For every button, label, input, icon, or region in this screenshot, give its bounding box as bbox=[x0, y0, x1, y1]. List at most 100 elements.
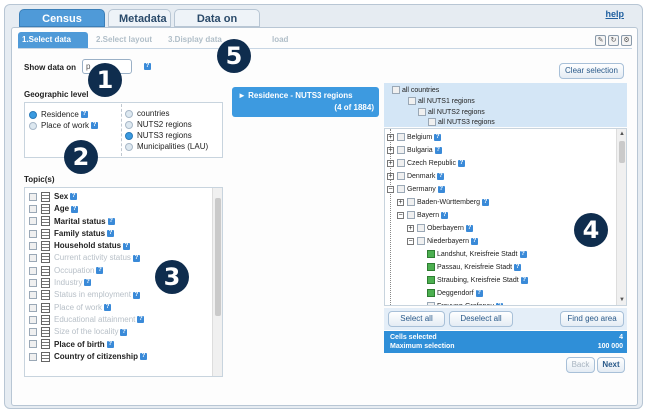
help-icon[interactable]: ? bbox=[441, 211, 449, 219]
deselect-all-button[interactable]: Deselect all bbox=[449, 311, 513, 327]
checkbox-icon[interactable] bbox=[29, 205, 37, 214]
scroll-up-icon[interactable]: ▲ bbox=[619, 131, 625, 137]
checkbox-icon[interactable] bbox=[407, 198, 415, 207]
help-icon[interactable]: ? bbox=[437, 172, 445, 180]
geo-countries-option[interactable]: countries bbox=[125, 108, 169, 119]
topics-list[interactable]: Sex? Age? Marital status? Family status? Hou… bbox=[24, 187, 223, 377]
expand-icon[interactable]: + bbox=[397, 198, 404, 206]
selection-summary[interactable]: ► Residence - NUTS3 regions (4 of 1884) bbox=[232, 87, 379, 117]
help-icon[interactable]: ? bbox=[434, 133, 442, 141]
geo-municipalities-option[interactable]: Municipalities (LAU) bbox=[125, 141, 208, 152]
help-icon[interactable]: ? bbox=[457, 159, 465, 167]
edit-icon[interactable]: ✎ bbox=[595, 35, 606, 46]
help-icon[interactable]: ? bbox=[140, 353, 147, 361]
help-icon[interactable]: ? bbox=[120, 328, 128, 336]
topic-row[interactable]: Family status? bbox=[29, 228, 209, 240]
tab-census-data[interactable]: Census data bbox=[19, 9, 105, 43]
help-icon[interactable]: ? bbox=[481, 198, 489, 206]
checkbox-icon[interactable] bbox=[427, 250, 435, 259]
checkbox-icon[interactable] bbox=[407, 211, 415, 220]
tab-data-on-quality[interactable]: Data on quality bbox=[174, 9, 260, 43]
expand-icon[interactable]: + bbox=[387, 133, 394, 141]
checkbox-icon[interactable] bbox=[397, 185, 405, 194]
help-icon[interactable]: ? bbox=[496, 302, 504, 305]
help-icon[interactable]: ? bbox=[132, 291, 140, 299]
geo-tree-scrollbar[interactable]: ▲ ▼ bbox=[616, 129, 626, 305]
topic-row[interactable]: Place of birth? bbox=[29, 339, 209, 351]
checkbox-icon[interactable] bbox=[427, 263, 435, 272]
geo-tree-item[interactable]: Landshut, Kreisfreie Stadt? bbox=[417, 248, 527, 261]
help-icon[interactable]: ? bbox=[106, 340, 114, 348]
expand-icon[interactable]: + bbox=[407, 224, 414, 232]
help-icon[interactable]: ? bbox=[465, 224, 473, 232]
clear-selection-button[interactable]: Clear selection bbox=[559, 63, 624, 79]
help-icon[interactable]: ? bbox=[144, 63, 151, 70]
geo-tree-item[interactable]: Freyung-Grafenau? bbox=[417, 300, 504, 305]
document-icon[interactable] bbox=[41, 216, 50, 227]
help-icon[interactable]: ? bbox=[107, 217, 115, 225]
checkbox-icon[interactable] bbox=[417, 237, 425, 246]
step-display-data[interactable]: 3.Display data bbox=[164, 32, 226, 48]
geo-tree-item[interactable]: + Oberbayern? bbox=[407, 222, 473, 235]
help-icon[interactable]: ? bbox=[137, 316, 145, 324]
checkbox-icon[interactable] bbox=[427, 289, 435, 298]
document-icon[interactable] bbox=[41, 314, 50, 325]
geo-tree-item[interactable]: Deggendorf? bbox=[417, 287, 483, 300]
settings-icon[interactable]: ⚙ bbox=[621, 35, 632, 46]
checkbox-icon[interactable] bbox=[397, 146, 405, 155]
radio-empty-icon[interactable] bbox=[125, 142, 133, 151]
document-icon[interactable] bbox=[41, 351, 50, 362]
geo-tree-item[interactable]: + Bulgaria? bbox=[387, 144, 442, 157]
geo-place-of-work-option[interactable]: Place of work? bbox=[29, 120, 99, 131]
scrollbar-thumb[interactable] bbox=[619, 141, 625, 163]
document-icon[interactable] bbox=[41, 327, 50, 338]
tab-metadata[interactable]: Metadata bbox=[108, 9, 171, 27]
help-icon[interactable]: ? bbox=[80, 111, 88, 119]
help-icon[interactable]: ? bbox=[107, 230, 115, 238]
document-icon[interactable] bbox=[41, 339, 50, 350]
topic-row[interactable]: Status in employment? bbox=[29, 289, 209, 301]
help-icon[interactable]: ? bbox=[519, 250, 527, 258]
checkbox-icon[interactable] bbox=[428, 118, 436, 127]
help-link[interactable]: help bbox=[605, 9, 624, 19]
scroll-down-icon[interactable]: ▼ bbox=[619, 297, 625, 303]
help-icon[interactable]: ? bbox=[520, 276, 528, 284]
help-icon[interactable]: ? bbox=[437, 185, 445, 193]
help-icon[interactable]: ? bbox=[434, 146, 442, 154]
geo-tree-item[interactable]: + Czech Republic? bbox=[387, 157, 465, 170]
document-icon[interactable] bbox=[41, 191, 50, 202]
checkbox-icon[interactable] bbox=[29, 340, 37, 349]
geo-nuts2-option[interactable]: NUTS2 regions bbox=[125, 119, 192, 130]
topic-row[interactable]: Marital status? bbox=[29, 216, 209, 228]
radio-empty-icon[interactable] bbox=[125, 109, 133, 118]
document-icon[interactable] bbox=[41, 265, 50, 276]
help-icon[interactable]: ? bbox=[84, 279, 92, 287]
topic-row[interactable]: Household status? bbox=[29, 240, 209, 252]
step-download[interactable]: load bbox=[268, 32, 298, 48]
select-all-button[interactable]: Select all bbox=[388, 311, 445, 327]
checkbox-icon[interactable] bbox=[397, 133, 405, 142]
step-select-data[interactable]: 1.Select data bbox=[18, 32, 88, 48]
checkbox-icon[interactable] bbox=[29, 192, 37, 201]
checkbox-icon[interactable] bbox=[29, 278, 37, 287]
topic-row[interactable]: Sex? bbox=[29, 191, 209, 203]
checkbox-icon[interactable] bbox=[29, 242, 37, 251]
document-icon[interactable] bbox=[41, 253, 50, 264]
checkbox-icon[interactable] bbox=[29, 352, 37, 361]
topic-row[interactable]: Educational attainment? bbox=[29, 314, 209, 326]
topic-row[interactable]: Country of citizenship? bbox=[29, 351, 209, 363]
checkbox-icon[interactable] bbox=[29, 303, 37, 312]
geo-tree-item[interactable]: + Baden-Württemberg? bbox=[397, 196, 489, 209]
topic-row[interactable]: Size of the locality? bbox=[29, 326, 209, 338]
document-icon[interactable] bbox=[41, 228, 50, 239]
back-button[interactable]: Back bbox=[566, 357, 595, 373]
help-icon[interactable]: ? bbox=[104, 304, 112, 312]
geo-tree-item[interactable]: − Niederbayern? bbox=[407, 235, 478, 248]
checkbox-icon[interactable] bbox=[29, 254, 37, 263]
radio-empty-icon[interactable] bbox=[29, 121, 37, 130]
checkbox-icon[interactable] bbox=[427, 302, 435, 305]
scrollbar-thumb[interactable] bbox=[215, 198, 221, 316]
help-icon[interactable]: ? bbox=[475, 289, 483, 297]
help-icon[interactable]: ? bbox=[70, 193, 78, 201]
topics-scrollbar[interactable] bbox=[212, 188, 222, 376]
